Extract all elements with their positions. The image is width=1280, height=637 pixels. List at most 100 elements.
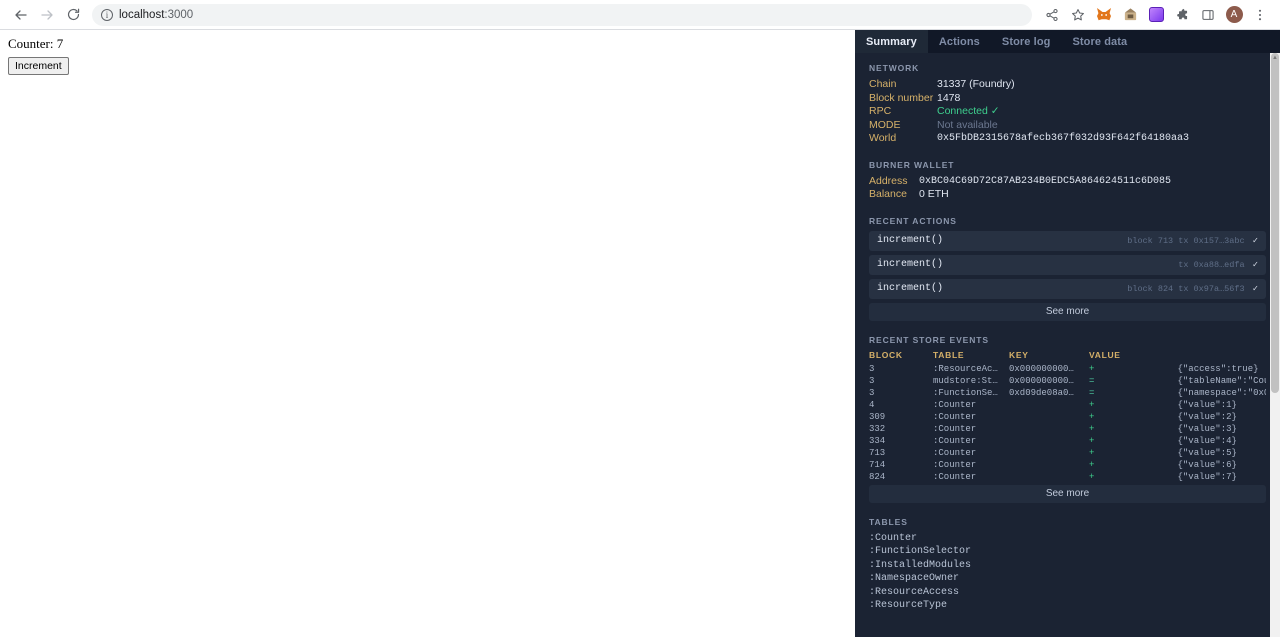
table-row[interactable]: 714 :Counter + {"value":6} [869,459,1266,471]
site-info-icon[interactable]: i [101,8,113,21]
action-meta: block 713 tx 0x157…3abc [1127,235,1245,246]
purple-extension-icon[interactable] [1144,3,1168,27]
wallet-extension-icon[interactable] [1118,3,1142,27]
list-item[interactable]: :Counter [869,532,1266,546]
chrome-menu-icon[interactable] [1248,3,1272,27]
action-status-check-icon: ✓ [1252,283,1258,294]
cell-block: 713 [869,447,886,458]
store-events-see-more-button[interactable]: See more [869,484,1266,503]
table-row[interactable]: 4 :Counter + {"value":1} [869,399,1266,411]
burner-row-balance: Balance 0 ETH [869,188,1266,202]
tab-actions[interactable]: Actions [928,30,991,53]
cell-key [1009,435,1089,447]
cell-value: {"access":true} [1177,363,1259,374]
cell-op: + [1089,459,1095,470]
action-row[interactable]: increment() block 824 tx 0x97a…56f3 ✓ [869,278,1266,299]
page-body: Counter: 7 Increment Summary Actions Sto… [0,30,1280,637]
table-row[interactable]: 713 :Counter + {"value":5} [869,447,1266,459]
table-row[interactable]: 309 :Counter + {"value":2} [869,411,1266,423]
cell-op: = [1089,387,1095,398]
list-item[interactable]: :FunctionSelector [869,545,1266,559]
forward-button[interactable] [34,2,60,28]
share-icon[interactable] [1040,3,1064,27]
action-function-name: increment() [877,235,944,246]
cell-key [1009,423,1089,435]
table-row[interactable]: 3 :FunctionSe… 0xd09de08a0… = {"namespac… [869,387,1266,399]
table-row[interactable]: 3 mudstore:St… 0x000000000… = {"tableNam… [869,375,1266,387]
app-content: Counter: 7 Increment [0,30,855,637]
cell-table: :Counter [933,471,977,482]
browser-toolbar: i localhost:3000 A [0,0,1280,30]
cell-block: 3 [869,375,875,386]
url-host: localhost [119,8,165,21]
tab-store-data[interactable]: Store data [1061,30,1138,53]
dev-tools-panel: Summary Actions Store log Store data NET… [855,30,1280,637]
action-row[interactable]: increment() tx 0xa88…edfa ✓ [869,254,1266,275]
network-value-rpc: Connected ✓ [937,105,1000,117]
avatar-initial: A [1225,6,1243,23]
list-item[interactable]: :ResourceAccess [869,586,1266,600]
cell-table: :ResourceAc… [933,363,998,374]
store-events-section-title: RECENT STORE EVENTS [869,334,989,345]
cell-block: 714 [869,459,886,470]
puzzle-extensions-icon[interactable] [1170,3,1194,27]
action-meta: block 824 tx 0x97a…56f3 [1127,283,1245,294]
burner-wallet-section: BURNER WALLET Address 0xBC04C69D72C87AB2… [869,160,1266,202]
cell-key: 0x000000000… [1009,363,1074,374]
action-row[interactable]: increment() block 713 tx 0x157…3abc ✓ [869,230,1266,251]
network-section: NETWORK Chain 31337 (Foundry) Block numb… [869,63,1266,146]
table-row[interactable]: 332 :Counter + {"value":3} [869,423,1266,435]
burner-key-balance: Balance [869,188,907,200]
table-row[interactable]: 334 :Counter + {"value":4} [869,435,1266,447]
burner-wallet-section-title: BURNER WALLET [869,159,955,170]
cell-block: 3 [869,363,875,374]
cell-value: {"value":6} [1177,459,1237,470]
address-bar[interactable]: i localhost:3000 [92,3,1032,26]
list-item[interactable]: :InstalledModules [869,559,1266,573]
network-value-block-number: 1478 [937,91,961,104]
counter-label: Counter: 7 [8,36,64,51]
profile-avatar[interactable]: A [1222,3,1246,27]
network-key-block-number: Block number [869,91,934,104]
network-key-chain: Chain [869,78,897,90]
cell-key [1009,411,1089,423]
burner-value-address: 0xBC04C69D72C87AB234B0EDC5A864624511c6D0… [919,175,1172,187]
network-value-chain: 31337 (Foundry) [937,78,1015,90]
burner-row-address: Address 0xBC04C69D72C87AB234B0EDC5A86462… [869,175,1266,189]
table-row[interactable]: 824 :Counter + {"value":7} [869,471,1266,483]
panel-scrollbar[interactable]: ▲ [1270,53,1280,637]
cell-table: :Counter [933,411,977,422]
cell-key [1009,399,1089,411]
table-row[interactable]: 3 :ResourceAc… 0x000000000… + {"access":… [869,363,1266,375]
cell-op: + [1089,423,1095,434]
list-item[interactable]: :NamespaceOwner [869,572,1266,586]
store-events-table: BLOCK TABLE KEY VALUE 3 :ResourceAc… 0x0… [869,350,1266,483]
cell-op: + [1089,447,1095,458]
cell-block: 334 [869,435,886,446]
cell-op: + [1089,411,1095,422]
url-text: localhost:3000 [119,9,193,21]
cell-key: 0xd09de08a0… [1009,387,1074,398]
store-events-body: 3 :ResourceAc… 0x000000000… + {"access":… [869,363,1266,483]
tables-section-title: TABLES [869,516,908,527]
column-header-key: KEY [1009,349,1029,360]
bookmark-star-icon[interactable] [1066,3,1090,27]
actions-see-more-button[interactable]: See more [869,302,1266,321]
column-header-value: VALUE [1089,349,1121,360]
back-button[interactable] [8,2,34,28]
action-function-name: increment() [877,283,944,294]
metamask-extension-icon[interactable] [1092,3,1116,27]
scroll-up-arrow-icon[interactable]: ▲ [1270,53,1280,63]
cell-value: {"value":5} [1177,447,1237,458]
list-item[interactable]: :ResourceType [869,599,1266,613]
action-status-check-icon: ✓ [1252,259,1258,270]
side-panel-icon[interactable] [1196,3,1220,27]
cell-value: {"value":3} [1177,423,1237,434]
panel-scrollbar-thumb[interactable] [1271,53,1279,393]
reload-button[interactable] [60,2,86,28]
recent-store-events-section: RECENT STORE EVENTS BLOCK TABLE KEY VALU… [869,335,1266,503]
tab-summary[interactable]: Summary [855,30,928,53]
increment-button[interactable]: Increment [8,57,69,75]
cell-block: 3 [869,387,875,398]
tab-store-log[interactable]: Store log [991,30,1062,53]
